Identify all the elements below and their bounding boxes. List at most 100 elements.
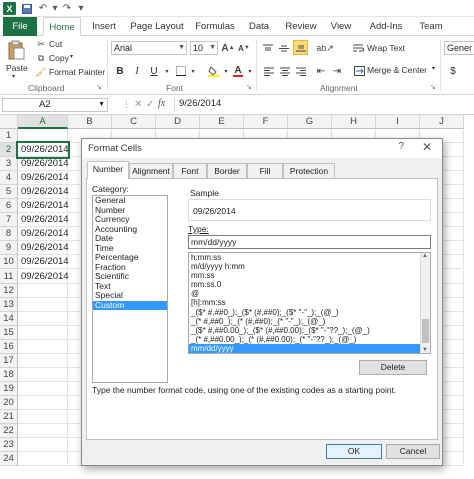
confirm-entry-icon[interactable]: ✓ <box>146 99 154 110</box>
ok-button[interactable]: OK <box>326 444 382 459</box>
paste-dropdown-icon[interactable]: ▾ <box>12 73 15 80</box>
cell-a4[interactable]: 09/26/2014 <box>18 171 69 186</box>
category-item[interactable]: Custom <box>93 300 167 310</box>
cancel-button[interactable]: Cancel <box>386 444 440 459</box>
tab-formulas[interactable]: Formulas <box>192 17 238 36</box>
format-code-list[interactable]: h:mm:ss m/d/yyyy h:mm mm:ss mm:ss.0 @ [h]:mm:… <box>188 252 431 354</box>
row-header-4[interactable]: 4 <box>0 171 18 186</box>
cut-button[interactable]: Cut <box>49 39 62 49</box>
row-header-20[interactable]: 20 <box>0 395 18 410</box>
row-header-16[interactable]: 16 <box>0 339 18 354</box>
merge-center-icon[interactable] <box>352 64 366 78</box>
wrap-text-icon[interactable] <box>352 42 364 54</box>
column-header-b[interactable]: B <box>68 115 112 129</box>
format-code-item[interactable]: _(* #,##0_);_(* (#,##0);_(* "-"_);_(@_) <box>189 317 421 326</box>
column-header-h[interactable]: H <box>332 115 376 129</box>
cell-a3[interactable]: 09/26/2014 <box>18 157 69 172</box>
orientation-icon[interactable]: ab↗ <box>316 42 334 54</box>
row-header-9[interactable]: 9 <box>0 241 18 256</box>
tab-view[interactable]: View <box>326 17 356 36</box>
row-header-10[interactable]: 10 <box>0 255 18 270</box>
insert-function-icon[interactable]: fx <box>158 98 165 109</box>
tab-review[interactable]: Review <box>282 17 320 36</box>
column-header-i[interactable]: I <box>376 115 420 129</box>
merge-center-button[interactable]: Merge & Center <box>367 65 427 75</box>
save-icon[interactable] <box>20 2 34 15</box>
increase-indent-icon[interactable]: ⇥ <box>330 64 344 78</box>
row-header-7[interactable]: 7 <box>0 213 18 228</box>
tab-font[interactable]: Font <box>173 163 207 178</box>
copy-icon[interactable]: ⧉ <box>36 53 46 63</box>
format-code-item[interactable]: @ <box>189 289 421 298</box>
close-button[interactable]: ✕ <box>422 140 432 154</box>
italic-icon[interactable]: I <box>130 64 144 78</box>
number-format-combo[interactable]: Gener <box>444 41 474 55</box>
row-header-6[interactable]: 6 <box>0 199 18 214</box>
row-header-8[interactable]: 8 <box>0 227 18 242</box>
paste-button[interactable]: Paste <box>6 63 28 73</box>
row-header-5[interactable]: 5 <box>0 185 18 200</box>
alignment-launcher-icon[interactable]: ↘ <box>430 83 436 91</box>
row-header-2[interactable]: 2 <box>0 143 18 158</box>
cell-a2[interactable]: 09/26/2014 <box>16 141 70 160</box>
format-code-item[interactable]: mm:ss.0 <box>189 280 421 289</box>
tab-page-layout[interactable]: Page Layout <box>128 17 186 36</box>
cell-a20[interactable] <box>18 395 68 410</box>
formula-input[interactable]: 9/26/2014 <box>174 98 474 112</box>
row-header-19[interactable]: 19 <box>0 381 18 396</box>
cell-a8[interactable]: 09/26/2014 <box>18 227 69 242</box>
cancel-entry-icon[interactable]: ✕ <box>134 99 142 110</box>
row-header-12[interactable]: 12 <box>0 283 18 298</box>
select-all-corner[interactable] <box>0 115 18 129</box>
underline-icon[interactable]: U <box>147 64 161 78</box>
column-header-e[interactable]: E <box>200 115 244 129</box>
cell-a1[interactable] <box>18 129 68 143</box>
tab-alignment[interactable]: Alignment <box>129 163 173 178</box>
chevron-down-icon[interactable]: ▼ <box>98 99 105 111</box>
align-left-icon[interactable] <box>262 64 276 78</box>
tab-border[interactable]: Border <box>207 163 247 178</box>
format-code-item[interactable]: _($* #,##0.00_);_($* (#,##0.00);_($* "-"… <box>189 326 421 335</box>
format-painter-button[interactable]: Format Painter <box>49 67 105 77</box>
cell-a11[interactable]: 09/26/2014 <box>18 269 69 284</box>
format-painter-icon[interactable]: 🖌 <box>35 67 46 77</box>
format-code-item[interactable]: mm/dd/yyyy <box>189 343 421 353</box>
cell-a14[interactable] <box>18 311 68 326</box>
align-top-icon[interactable] <box>262 42 274 54</box>
cell-a18[interactable] <box>18 367 68 382</box>
format-code-item[interactable]: mm:ss <box>189 271 421 280</box>
vertical-scrollbar[interactable]: ▲ ▼ <box>420 253 430 353</box>
row-header-1[interactable]: 1 <box>0 129 18 143</box>
cell-a17[interactable] <box>18 353 68 368</box>
tab-add-ins[interactable]: Add-Ins <box>364 17 408 36</box>
column-header-a[interactable]: A <box>18 115 68 129</box>
format-code-item[interactable]: h:mm:ss <box>189 253 421 262</box>
cell-a19[interactable] <box>18 381 68 396</box>
align-right-icon[interactable] <box>294 64 308 78</box>
column-header-d[interactable]: D <box>156 115 200 129</box>
copy-button[interactable]: Copy <box>49 53 69 63</box>
cell-a15[interactable] <box>18 325 68 340</box>
cell-a21[interactable] <box>18 410 68 424</box>
paste-icon[interactable] <box>6 39 26 61</box>
tab-file[interactable]: File <box>3 17 37 36</box>
underline-dropdown-icon[interactable]: ▾ <box>160 64 174 78</box>
tab-insert[interactable]: Insert <box>86 17 122 36</box>
format-code-item[interactable]: [h]:mm:ss <box>189 298 421 307</box>
format-code-item[interactable]: _(* #,##0.00_);_(* (#,##0.00);_(* "-"??_… <box>189 335 421 344</box>
cut-icon[interactable]: ✂ <box>36 39 46 49</box>
help-button[interactable]: ? <box>398 141 404 152</box>
cell-a24[interactable] <box>18 452 68 467</box>
font-color-dropdown-icon[interactable]: ▾ <box>243 64 257 78</box>
shrink-font-icon[interactable]: A ▼ <box>238 41 250 55</box>
align-bottom-icon[interactable] <box>293 40 308 55</box>
row-header-14[interactable]: 14 <box>0 311 18 326</box>
customize-qat-icon[interactable]: ▾ <box>74 2 88 15</box>
format-code-item[interactable]: m/d/yyyy h:mm <box>189 262 421 271</box>
clipboard-launcher-icon[interactable]: ↘ <box>96 83 102 91</box>
bold-icon[interactable]: B <box>113 64 127 78</box>
row-header-11[interactable]: 11 <box>0 269 18 284</box>
row-header-24[interactable]: 24 <box>0 452 18 467</box>
copy-dropdown-icon[interactable]: ▾ <box>70 53 73 60</box>
align-middle-icon[interactable] <box>278 42 290 54</box>
